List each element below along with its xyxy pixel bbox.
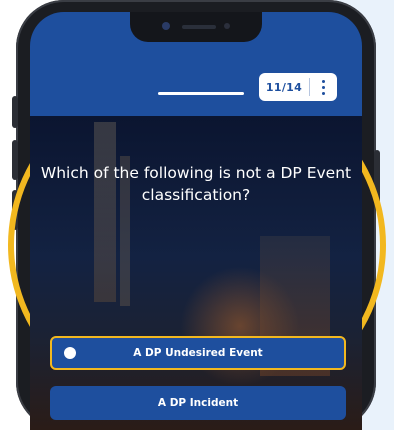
camera-icon	[162, 22, 170, 30]
answer-option-label: A DP Undesired Event	[133, 347, 263, 359]
phone-side-button	[12, 96, 18, 128]
question-text: Which of the following is not a DP Event…	[40, 164, 352, 204]
question-counter: 11/14	[259, 73, 337, 101]
phone-volume-up	[12, 140, 18, 180]
speaker-icon	[182, 25, 216, 29]
answer-option-1[interactable]: A DP Undesired Event	[50, 336, 346, 370]
progress-bar	[158, 92, 244, 95]
question-counter-text: 11/14	[265, 80, 303, 94]
more-vertical-icon[interactable]	[310, 73, 337, 101]
sensor-icon	[224, 23, 230, 29]
radio-button-icon[interactable]	[64, 347, 76, 359]
answer-option-2[interactable]: A DP Incident	[50, 386, 346, 420]
background-tower	[94, 122, 116, 302]
phone-notch	[130, 12, 262, 42]
phone-screen: 11/14 Which of the following is not a DP…	[30, 12, 362, 430]
answer-option-label: A DP Incident	[157, 397, 239, 409]
